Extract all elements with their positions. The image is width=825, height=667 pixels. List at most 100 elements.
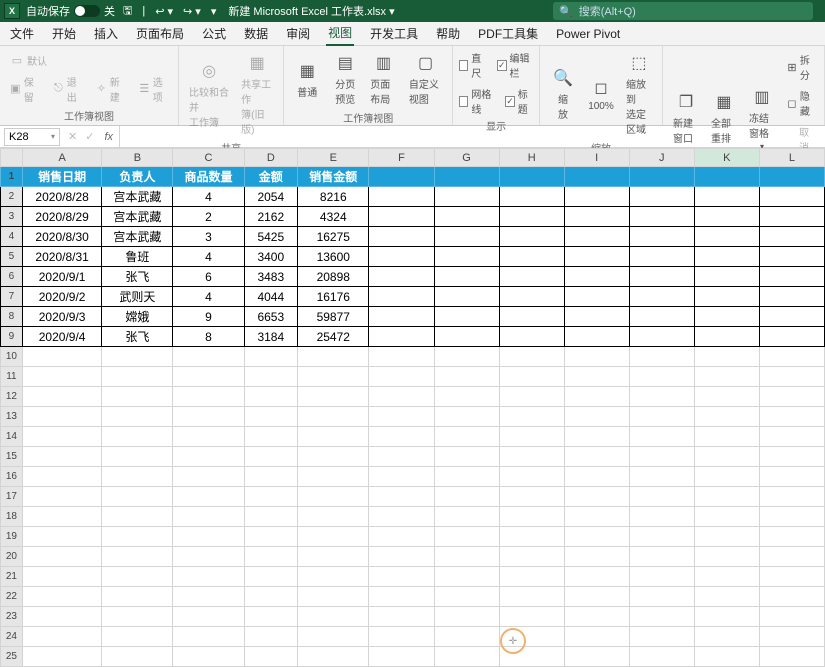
cell-B17[interactable] xyxy=(102,487,173,507)
cell-A5[interactable]: 2020/8/31 xyxy=(22,247,102,267)
cell-J15[interactable] xyxy=(629,447,694,467)
row-header-23[interactable]: 23 xyxy=(1,607,23,627)
cell-E16[interactable] xyxy=(298,467,369,487)
spreadsheet-grid[interactable]: ABCDEFGHIJKL1销售日期负责人商品数量金额销售金额22020/8/28… xyxy=(0,148,825,667)
cell-H4[interactable] xyxy=(499,227,564,247)
cell-G3[interactable] xyxy=(434,207,499,227)
cell-H9[interactable] xyxy=(499,327,564,347)
cell-J13[interactable] xyxy=(629,407,694,427)
cell-G18[interactable] xyxy=(434,507,499,527)
tab-插入[interactable]: 插入 xyxy=(92,22,120,45)
cell-C20[interactable] xyxy=(173,547,244,567)
row-header-24[interactable]: 24 xyxy=(1,627,23,647)
cell-K10[interactable] xyxy=(694,347,759,367)
cell-L21[interactable] xyxy=(759,567,824,587)
cell-J4[interactable] xyxy=(629,227,694,247)
cell-G22[interactable] xyxy=(434,587,499,607)
cell-H20[interactable] xyxy=(499,547,564,567)
row-header-1[interactable]: 1 xyxy=(1,167,23,187)
cell-D21[interactable] xyxy=(244,567,298,587)
cell-C1[interactable]: 商品数量 xyxy=(173,167,244,187)
search-box[interactable]: 🔍 搜索(Alt+Q) xyxy=(553,2,813,20)
row-header-12[interactable]: 12 xyxy=(1,387,23,407)
cell-J25[interactable] xyxy=(629,647,694,667)
cell-B16[interactable] xyxy=(102,467,173,487)
cell-L1[interactable] xyxy=(759,167,824,187)
cell-I23[interactable] xyxy=(564,607,629,627)
cell-I17[interactable] xyxy=(564,487,629,507)
cell-C4[interactable]: 3 xyxy=(173,227,244,247)
cell-E6[interactable]: 20898 xyxy=(298,267,369,287)
tab-文件[interactable]: 文件 xyxy=(8,22,36,45)
col-header-A[interactable]: A xyxy=(22,149,102,167)
cell-E20[interactable] xyxy=(298,547,369,567)
row-header-14[interactable]: 14 xyxy=(1,427,23,447)
cell-A3[interactable]: 2020/8/29 xyxy=(22,207,102,227)
cell-H16[interactable] xyxy=(499,467,564,487)
cell-E9[interactable]: 25472 xyxy=(298,327,369,347)
enter-icon[interactable]: ✓ xyxy=(85,130,94,143)
cell-E12[interactable] xyxy=(298,387,369,407)
cell-G5[interactable] xyxy=(434,247,499,267)
cell-D17[interactable] xyxy=(244,487,298,507)
cell-A8[interactable]: 2020/9/3 xyxy=(22,307,102,327)
cell-H22[interactable] xyxy=(499,587,564,607)
cell-I5[interactable] xyxy=(564,247,629,267)
cell-A18[interactable] xyxy=(22,507,102,527)
cell-C16[interactable] xyxy=(173,467,244,487)
cell-A21[interactable] xyxy=(22,567,102,587)
cell-J8[interactable] xyxy=(629,307,694,327)
cell-F13[interactable] xyxy=(369,407,434,427)
file-name[interactable]: 新建 Microsoft Excel 工作表.xlsx ▾ xyxy=(228,3,394,19)
zoom-100-button[interactable]: ◻100% xyxy=(584,75,618,114)
cell-G11[interactable] xyxy=(434,367,499,387)
cell-A6[interactable]: 2020/9/1 xyxy=(22,267,102,287)
col-header-H[interactable]: H xyxy=(499,149,564,167)
tab-Power Pivot[interactable]: Power Pivot xyxy=(554,24,622,44)
cell-D8[interactable]: 6653 xyxy=(244,307,298,327)
cell-H23[interactable] xyxy=(499,607,564,627)
cell-C17[interactable] xyxy=(173,487,244,507)
cell-B4[interactable]: 宫本武藏 xyxy=(102,227,173,247)
cell-E2[interactable]: 8216 xyxy=(298,187,369,207)
cell-G10[interactable] xyxy=(434,347,499,367)
cell-B24[interactable] xyxy=(102,627,173,647)
cell-A20[interactable] xyxy=(22,547,102,567)
cell-L3[interactable] xyxy=(759,207,824,227)
cell-E13[interactable] xyxy=(298,407,369,427)
cell-J9[interactable] xyxy=(629,327,694,347)
cell-E14[interactable] xyxy=(298,427,369,447)
cell-I18[interactable] xyxy=(564,507,629,527)
cell-B15[interactable] xyxy=(102,447,173,467)
cell-D11[interactable] xyxy=(244,367,298,387)
cell-K3[interactable] xyxy=(694,207,759,227)
cell-K17[interactable] xyxy=(694,487,759,507)
cell-K5[interactable] xyxy=(694,247,759,267)
cell-G14[interactable] xyxy=(434,427,499,447)
cell-K21[interactable] xyxy=(694,567,759,587)
cell-A15[interactable] xyxy=(22,447,102,467)
cell-C25[interactable] xyxy=(173,647,244,667)
cell-H21[interactable] xyxy=(499,567,564,587)
cell-H18[interactable] xyxy=(499,507,564,527)
cell-H7[interactable] xyxy=(499,287,564,307)
cell-E24[interactable] xyxy=(298,627,369,647)
cell-K2[interactable] xyxy=(694,187,759,207)
gridlines-checkbox[interactable]: 网格线 xyxy=(459,86,495,116)
cell-H13[interactable] xyxy=(499,407,564,427)
cell-K12[interactable] xyxy=(694,387,759,407)
cell-C23[interactable] xyxy=(173,607,244,627)
cell-J6[interactable] xyxy=(629,267,694,287)
cell-J19[interactable] xyxy=(629,527,694,547)
cell-L4[interactable] xyxy=(759,227,824,247)
cell-C14[interactable] xyxy=(173,427,244,447)
cell-D23[interactable] xyxy=(244,607,298,627)
cell-A25[interactable] xyxy=(22,647,102,667)
cell-F9[interactable] xyxy=(369,327,434,347)
cell-C10[interactable] xyxy=(173,347,244,367)
cell-L24[interactable] xyxy=(759,627,824,647)
cell-K1[interactable] xyxy=(694,167,759,187)
cell-L22[interactable] xyxy=(759,587,824,607)
cell-D5[interactable]: 3400 xyxy=(244,247,298,267)
col-header-K[interactable]: K xyxy=(694,149,759,167)
